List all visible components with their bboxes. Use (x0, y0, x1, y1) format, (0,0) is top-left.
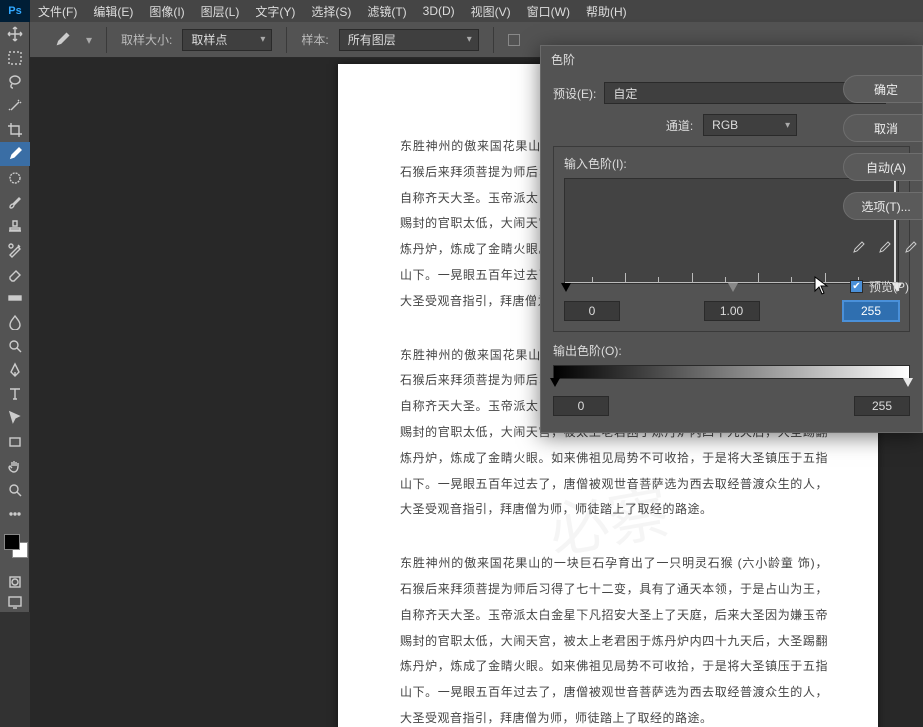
tool-eyedropper[interactable] (0, 142, 30, 166)
input-gamma-field[interactable] (704, 301, 760, 321)
menu-file[interactable]: 文件(F) (30, 3, 85, 20)
output-white-slider[interactable] (903, 378, 913, 387)
ok-button[interactable]: 确定 (843, 75, 923, 103)
gray-point-eyedropper-icon[interactable] (876, 240, 892, 261)
menu-help[interactable]: 帮助(H) (578, 3, 635, 20)
sample-size-label: 取样大小: (121, 31, 172, 48)
input-gamma-slider[interactable] (728, 283, 738, 292)
preview-checkbox[interactable]: ✔ (850, 280, 863, 293)
menu-3d[interactable]: 3D(D) (415, 4, 463, 18)
paragraph-3: 东胜神州的傲来国花果山的一块巨石孕育出了一只明灵石猴 (六小龄童 饰)，石猴后来… (400, 551, 828, 727)
output-levels-group: 输出色阶(O): (553, 342, 910, 416)
output-white-field[interactable] (854, 396, 910, 416)
output-black-field[interactable] (553, 396, 609, 416)
preset-label: 预设(E): (553, 85, 596, 102)
input-black-slider[interactable] (561, 283, 571, 292)
color-swatches[interactable] (0, 530, 29, 566)
tool-gradient[interactable] (0, 286, 30, 310)
sample-label: 样本: (301, 31, 328, 48)
sample-select[interactable]: 所有图层 (339, 29, 479, 51)
black-point-eyedropper-icon[interactable] (850, 240, 866, 261)
tool-marquee[interactable] (0, 46, 30, 70)
menu-bar: Ps 文件(F) 编辑(E) 图像(I) 图层(L) 文字(Y) 选择(S) 滤… (0, 0, 923, 22)
preview-checkbox-row[interactable]: ✔ 预览(P) (850, 278, 909, 295)
menu-window[interactable]: 窗口(W) (519, 3, 578, 20)
tool-lasso[interactable] (0, 70, 30, 94)
tool-type[interactable] (0, 382, 30, 406)
eyedropper-buttons (850, 240, 918, 261)
tool-magic-wand[interactable] (0, 94, 30, 118)
preview-label: 预览(P) (869, 278, 909, 295)
input-black-field[interactable] (564, 301, 620, 321)
tool-edit-toolbar[interactable] (0, 502, 30, 526)
output-black-slider[interactable] (550, 378, 560, 387)
channel-select[interactable]: RGB (703, 114, 797, 136)
output-gradient[interactable] (553, 365, 910, 379)
output-slider-track[interactable] (553, 378, 910, 392)
tool-rectangle[interactable] (0, 430, 30, 454)
tool-hand[interactable] (0, 454, 30, 478)
tool-eraser[interactable] (0, 262, 30, 286)
output-levels-label: 输出色阶(O): (553, 342, 910, 359)
input-slider-track[interactable] (564, 283, 899, 297)
tool-move[interactable] (0, 22, 30, 46)
channel-label: 通道: (666, 117, 693, 134)
menu-view[interactable]: 视图(V) (463, 3, 519, 20)
white-point-eyedropper-icon[interactable] (902, 240, 918, 261)
dialog-titlebar[interactable]: 色阶 (541, 46, 922, 72)
quick-mask-toggle[interactable] (0, 572, 30, 592)
options-button[interactable]: 选项(T)... (843, 192, 923, 220)
dialog-side-buttons: 确定 取消 自动(A) 选项(T)... (843, 75, 923, 220)
menu-layer[interactable]: 图层(L) (193, 3, 248, 20)
tool-patch[interactable] (0, 166, 30, 190)
tool-brush[interactable] (0, 190, 30, 214)
show-sampling-ring-checkbox[interactable] (508, 34, 520, 46)
menu-edit[interactable]: 编辑(E) (85, 3, 141, 20)
menu-type[interactable]: 文字(Y) (247, 3, 303, 20)
tool-history-brush[interactable] (0, 238, 30, 262)
tool-bar (0, 22, 30, 612)
tool-path-select[interactable] (0, 406, 30, 430)
sample-size-select[interactable]: 取样点 (182, 29, 272, 51)
menu-filter[interactable]: 滤镜(T) (359, 3, 414, 20)
screen-mode-toggle[interactable] (0, 592, 30, 612)
current-tool-icon[interactable] (48, 26, 76, 54)
tool-crop[interactable] (0, 118, 30, 142)
tool-dodge[interactable] (0, 334, 30, 358)
menu-image[interactable]: 图像(I) (141, 3, 192, 20)
app-logo: Ps (0, 0, 30, 22)
tool-pen[interactable] (0, 358, 30, 382)
tool-zoom[interactable] (0, 478, 30, 502)
mouse-cursor (814, 276, 830, 296)
cancel-button[interactable]: 取消 (843, 114, 923, 142)
tool-stamp[interactable] (0, 214, 30, 238)
menu-select[interactable]: 选择(S) (303, 3, 359, 20)
input-white-field[interactable] (843, 301, 899, 321)
auto-button[interactable]: 自动(A) (843, 153, 923, 181)
foreground-color-swatch[interactable] (4, 534, 20, 550)
tool-blur[interactable] (0, 310, 30, 334)
